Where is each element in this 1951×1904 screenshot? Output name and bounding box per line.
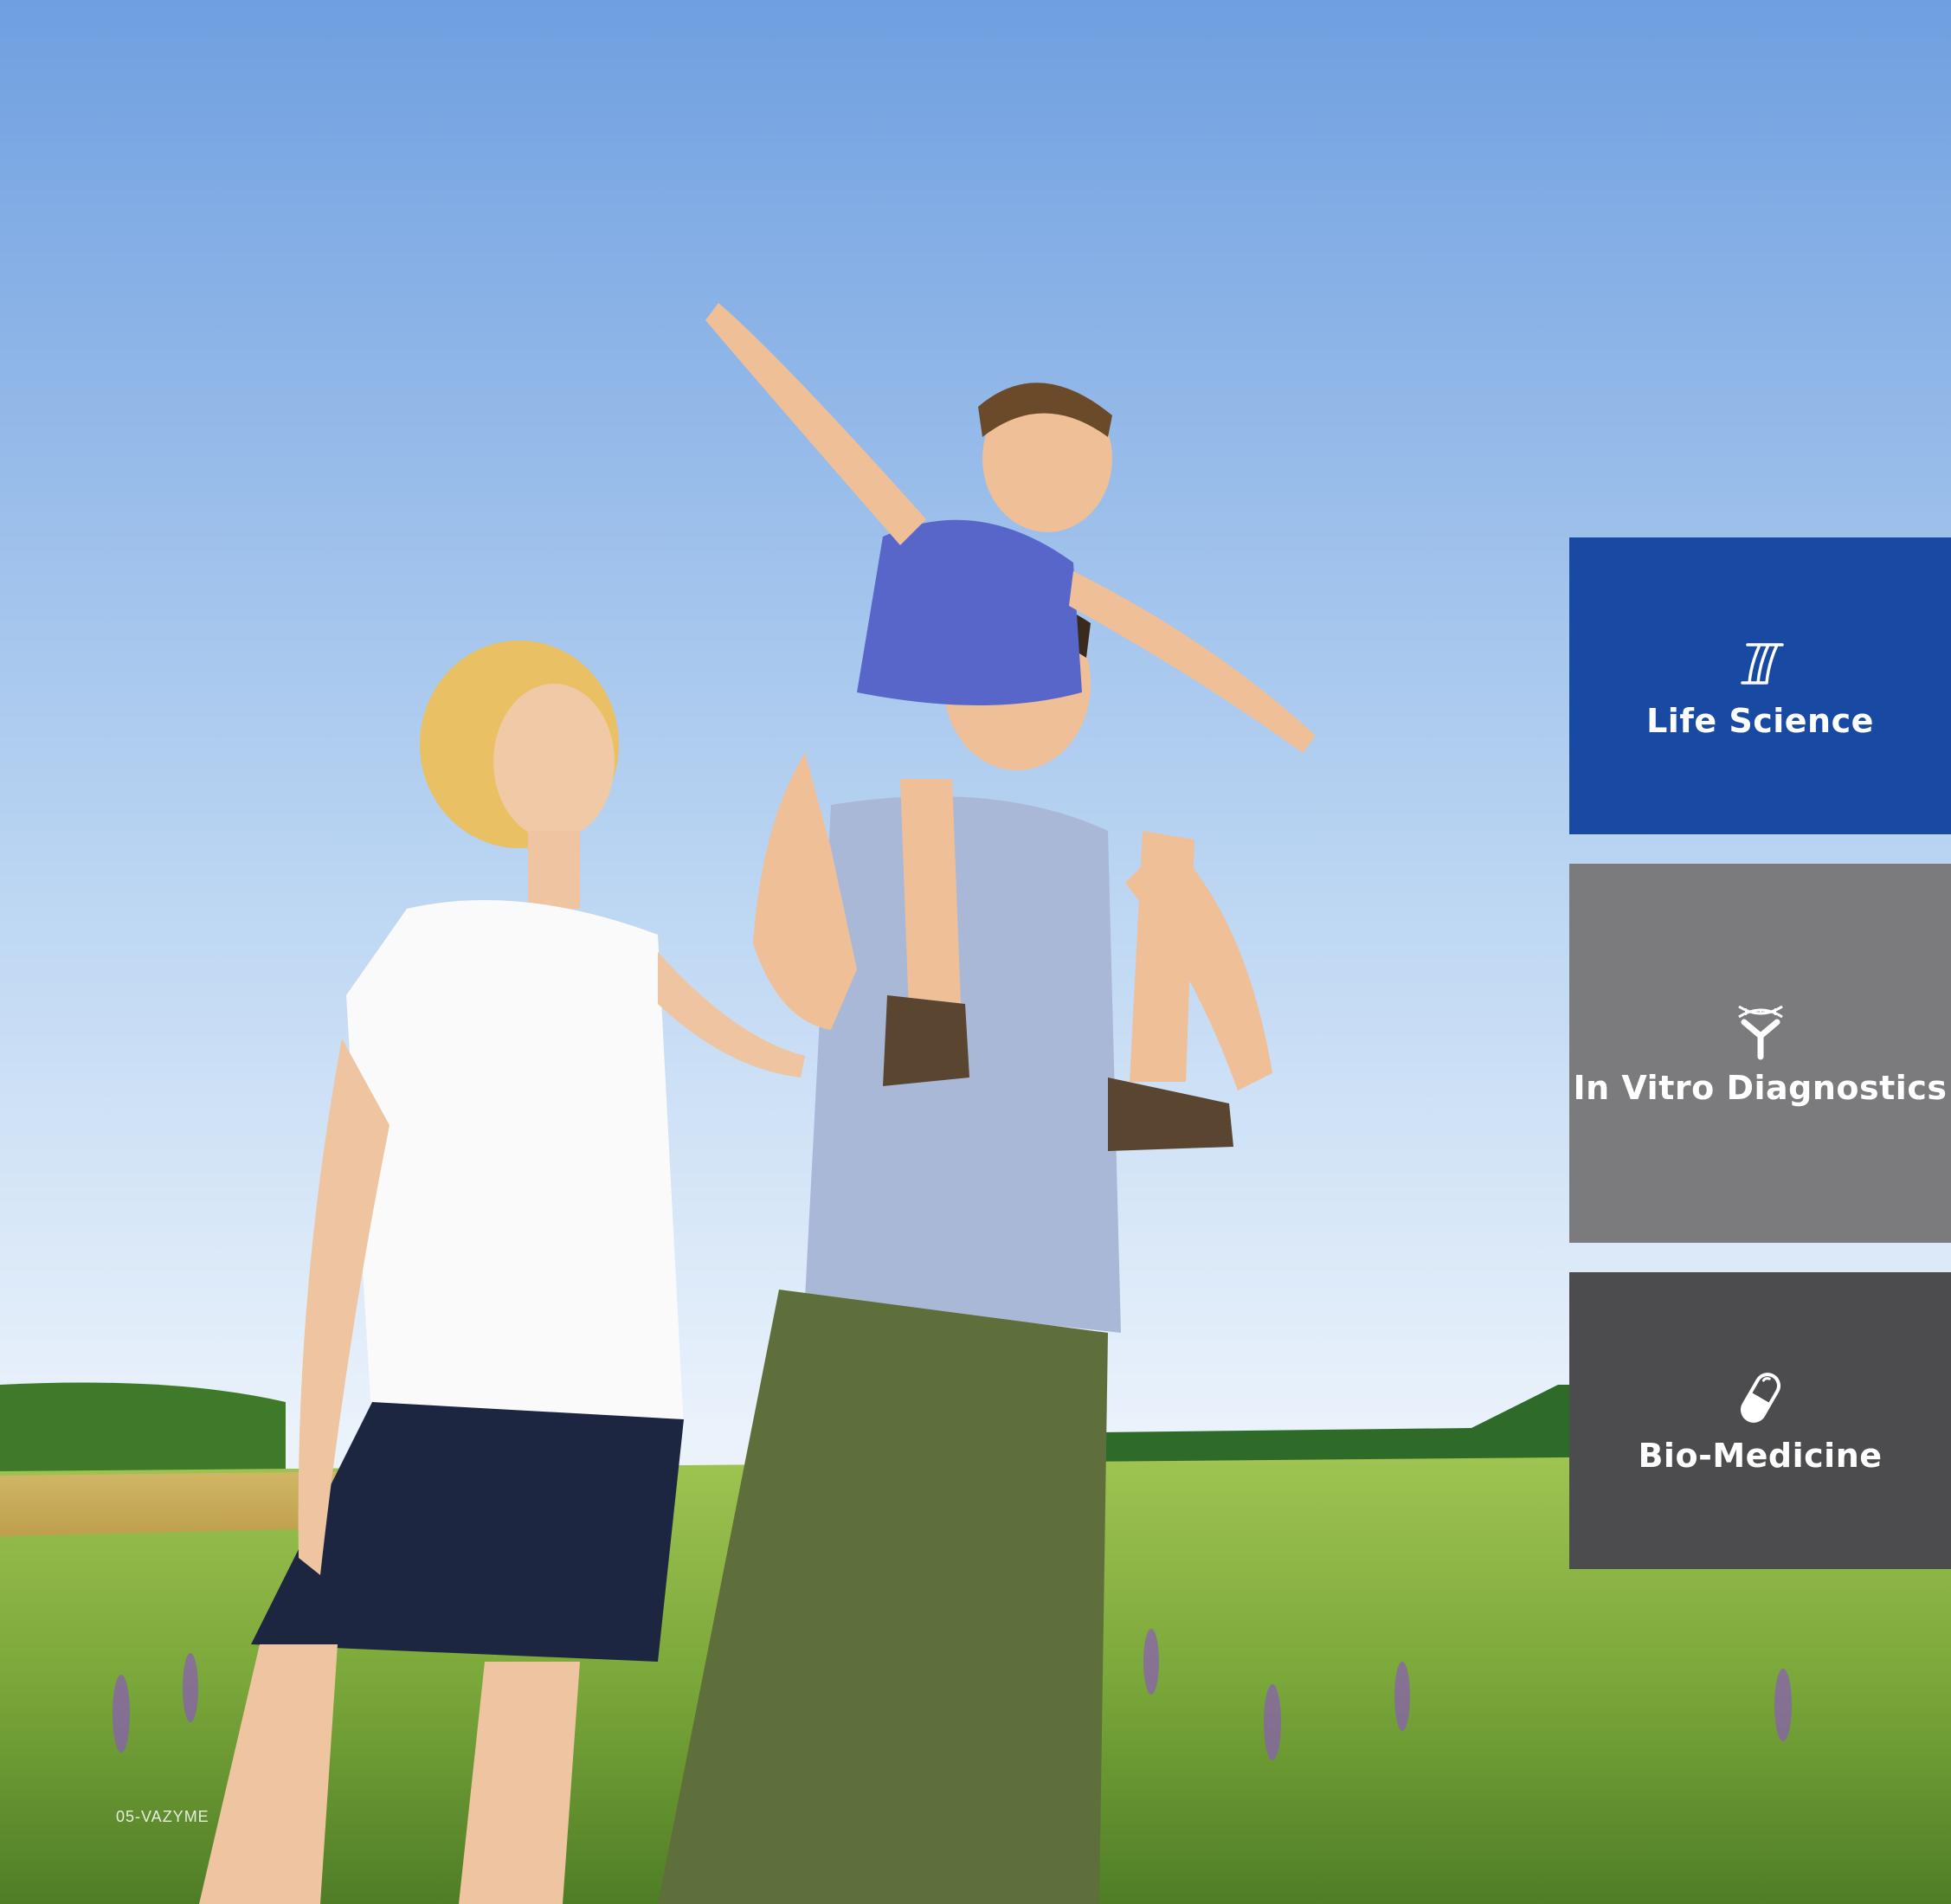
life-science-panel[interactable]: Life Science <box>1569 537 1951 834</box>
capsule-icon <box>1740 1372 1780 1423</box>
in-vitro-diagnostics-label: In Vitro Diagnostics <box>1573 1069 1948 1107</box>
life-science-label: Life Science <box>1646 701 1874 740</box>
life-science-icon <box>1740 642 1784 685</box>
in-vitro-diagnostics-panel[interactable]: In Vitro Diagnostics <box>1569 864 1951 1243</box>
dna-antibody-icon <box>1737 1005 1783 1060</box>
bio-medicine-label: Bio-Medicine <box>1638 1436 1883 1475</box>
page-folio: 05-VAZYME <box>116 1808 209 1825</box>
bio-medicine-panel[interactable]: Bio-Medicine <box>1569 1272 1951 1569</box>
